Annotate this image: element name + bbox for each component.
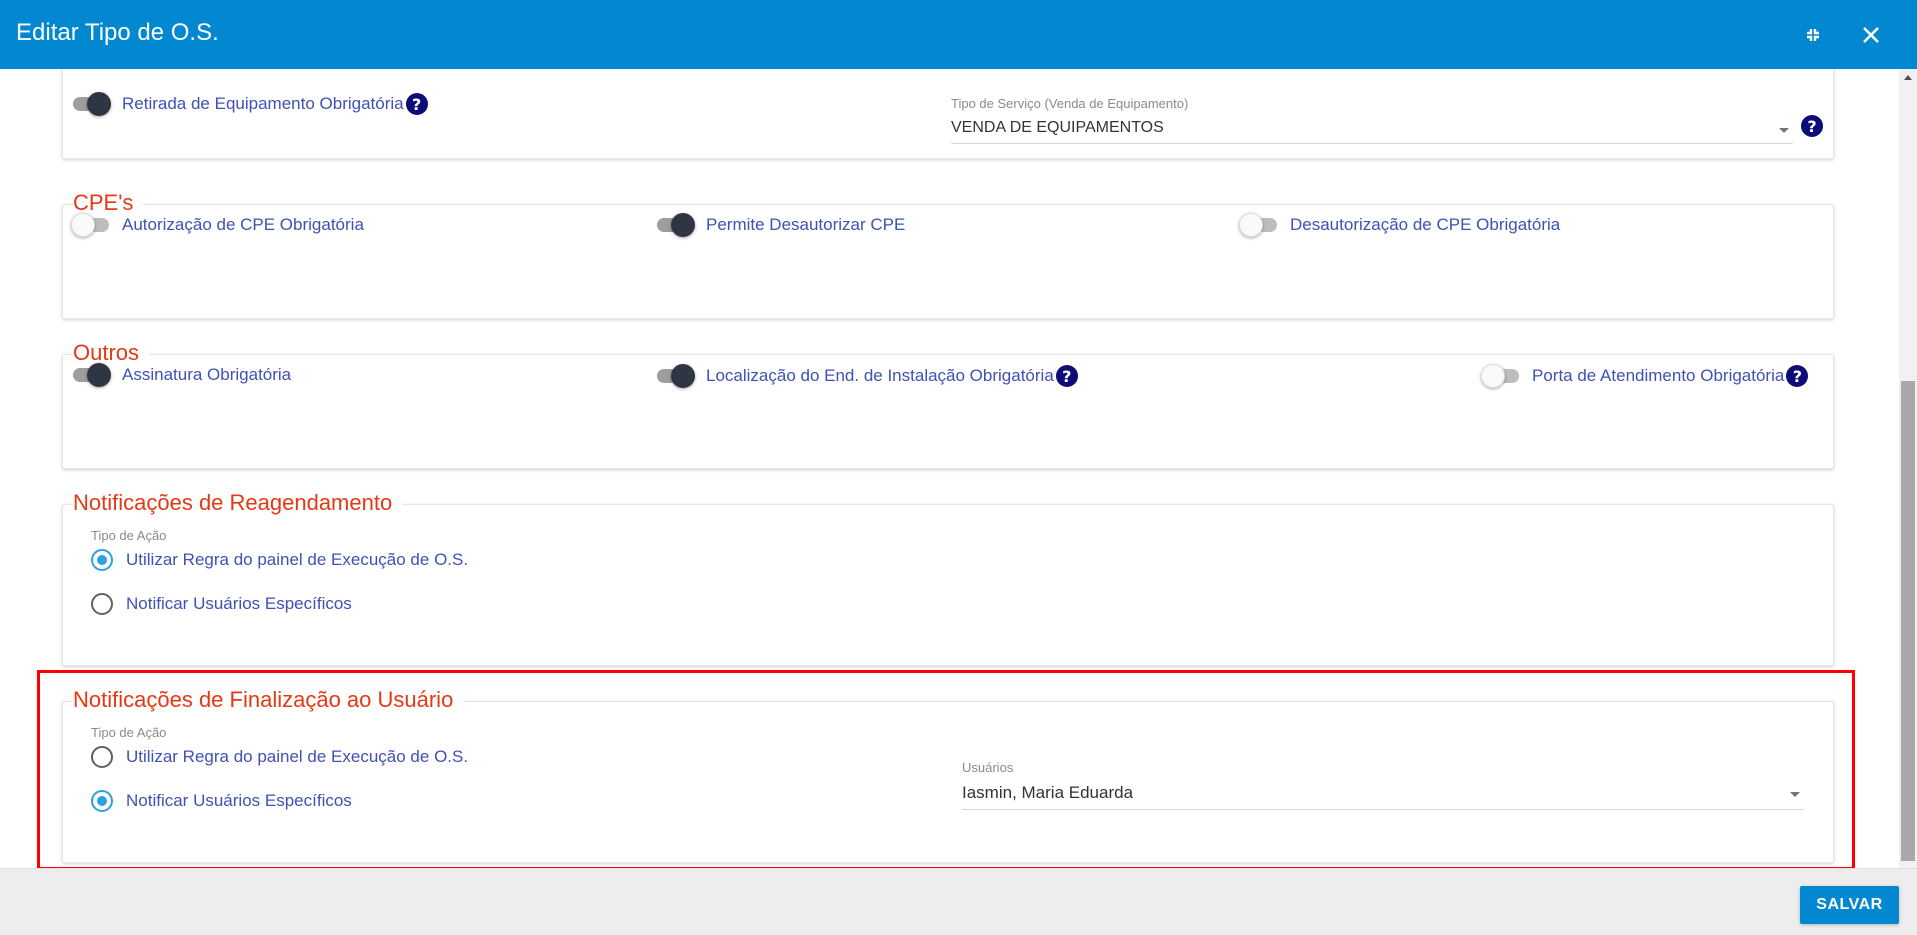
help-icon[interactable]: ? [1055, 365, 1078, 387]
toggle-track[interactable] [657, 364, 695, 388]
toggle-localizacao[interactable]: Localização do End. de Instalação Obriga… [657, 364, 1078, 388]
radio-finalizacao-usuarios-especificos[interactable]: Notificar Usuários Específicos [91, 790, 352, 812]
field-label: Usuários [962, 760, 1014, 775]
toggle-knob[interactable] [71, 213, 95, 237]
toggle-label: Porta de Atendimento Obrigatória [1532, 366, 1785, 385]
toggle-label: Autorização de CPE Obrigatória [122, 215, 364, 234]
toggle-knob[interactable] [1481, 364, 1505, 388]
radio-circle[interactable] [91, 549, 113, 571]
radio-group-label: Tipo de Ação [91, 528, 167, 543]
radio-circle[interactable] [91, 790, 113, 812]
toggle-knob[interactable] [1239, 213, 1263, 237]
usuarios-select[interactable]: Usuários Iasmin, Maria Eduarda [962, 760, 1804, 810]
toggle-label: Retirada de Equipamento Obrigatória [122, 94, 404, 113]
toggle-knob[interactable] [671, 364, 695, 388]
radio-finalizacao-regra-painel[interactable]: Utilizar Regra do painel de Execução de … [91, 746, 468, 768]
toggle-label: Permite Desautorizar CPE [706, 215, 906, 234]
dropdown-arrow-icon[interactable] [1779, 128, 1789, 133]
toggle-label: Assinatura Obrigatória [122, 365, 292, 384]
radio-circle[interactable] [91, 746, 113, 768]
radio-label: Utilizar Regra do painel de Execução de … [126, 550, 469, 569]
toggle-autorizacao-cpe[interactable]: Autorização de CPE Obrigatória [71, 213, 364, 237]
dropdown-arrow-icon[interactable] [1790, 792, 1800, 797]
help-icon[interactable]: ? [1801, 115, 1823, 137]
help-icon[interactable]: ? [405, 93, 428, 115]
toggle-assinatura[interactable]: Assinatura Obrigatória [73, 363, 292, 387]
toggle-track[interactable] [1239, 213, 1277, 237]
toggle-knob[interactable] [87, 92, 111, 116]
toggle-desautorizacao-cpe[interactable]: Desautorização de CPE Obrigatória [1239, 213, 1561, 237]
toggle-track[interactable] [73, 92, 111, 116]
section-title-outros: Outros [73, 340, 150, 366]
toggle-knob[interactable] [87, 363, 111, 387]
toggle-label: Desautorização de CPE Obrigatória [1290, 215, 1561, 234]
select-value: VENDA DE EQUIPAMENTOS [951, 119, 1164, 136]
toggle-permite-desautorizar-cpe[interactable]: Permite Desautorizar CPE [657, 213, 906, 237]
field-label: Tipo de Serviço (Venda de Equipamento) [951, 96, 1189, 111]
scrollbar[interactable] [1899, 69, 1917, 868]
toggle-retirada-equipamento[interactable]: Retirada de Equipamento Obrigatória ? [73, 92, 428, 116]
toggle-track[interactable] [73, 363, 111, 387]
toggle-track[interactable] [71, 213, 109, 237]
compress-icon[interactable] [1798, 20, 1828, 50]
tipo-servico-select[interactable]: Tipo de Serviço (Venda de Equipamento) V… [951, 96, 1793, 144]
toggle-porta-atendimento[interactable]: Porta de Atendimento Obrigatória ? [1481, 364, 1809, 388]
field-value[interactable]: VENDA DE EQUIPAMENTOS [951, 119, 1793, 144]
radio-circle[interactable] [91, 593, 113, 615]
radio-label: Notificar Usuários Específicos [126, 791, 352, 810]
radio-label: Notificar Usuários Específicos [126, 594, 352, 613]
select-value: Iasmin, Maria Eduarda [962, 783, 1134, 802]
scroll-up-icon[interactable] [1904, 75, 1912, 80]
section-title-reagendamento: Notificações de Reagendamento [73, 490, 403, 516]
radio-reagendamento-usuarios-especificos[interactable]: Notificar Usuários Específicos [91, 593, 352, 615]
toggle-track[interactable] [1481, 364, 1519, 388]
radio-reagendamento-regra-painel[interactable]: Utilizar Regra do painel de Execução de … [91, 549, 468, 571]
reagendamento-card [62, 504, 1834, 666]
help-icon[interactable]: ? [1786, 365, 1809, 387]
toggle-label: Localização do End. de Instalação Obriga… [706, 366, 1054, 385]
radio-label: Utilizar Regra do painel de Execução de … [126, 747, 469, 766]
save-button[interactable]: SALVAR [1800, 886, 1899, 924]
radio-group-label: Tipo de Ação [91, 725, 167, 740]
dialog-title: Editar Tipo de O.S. [16, 19, 219, 46]
dialog-footer: SALVAR [0, 868, 1917, 935]
field-value[interactable]: Iasmin, Maria Eduarda [962, 783, 1804, 810]
toggle-knob[interactable] [671, 213, 695, 237]
toggle-track[interactable] [657, 213, 695, 237]
dialog-header: Editar Tipo de O.S. [0, 0, 1917, 69]
dialog-content: Retirada de Equipamento Obrigatória ? Ti… [0, 69, 1917, 868]
close-icon[interactable] [1856, 20, 1886, 50]
scrollbar-thumb[interactable] [1901, 381, 1915, 861]
section-title-finalizacao: Notificações de Finalização ao Usuário [73, 687, 464, 713]
